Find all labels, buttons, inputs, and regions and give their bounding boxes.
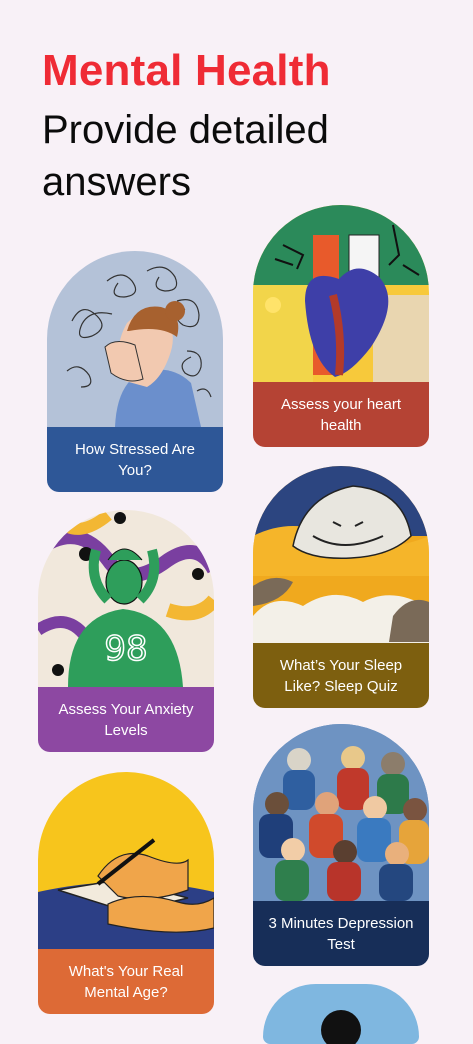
heart-illustration: [253, 205, 429, 382]
quiz-card-heart[interactable]: Assess your heart health: [253, 205, 429, 447]
quiz-card-label: What's Your Real Mental Age?: [38, 949, 214, 1014]
quiz-card-label: Assess Your Anxiety Levels: [38, 687, 214, 752]
quiz-card-mental-age[interactable]: What's Your Real Mental Age?: [38, 772, 214, 1014]
quiz-card-partial[interactable]: [263, 984, 419, 1044]
quiz-card-label: How Stressed Are You?: [47, 427, 223, 492]
sleeping-lion-illustration: [253, 466, 429, 643]
crowd-illustration: [253, 724, 429, 901]
quiz-card-depression[interactable]: 3 Minutes Depression Test: [253, 724, 429, 966]
page-subtitle: Provide detailed answers: [42, 108, 329, 204]
quiz-card-label: What’s Your Sleep Like? Sleep Quiz: [253, 643, 429, 708]
writing-hand-illustration: [38, 772, 214, 949]
quiz-card-label: 3 Minutes Depression Test: [253, 901, 429, 966]
quiz-card-stress[interactable]: How Stressed Are You?: [47, 251, 223, 492]
quiz-card-label: Assess your heart health: [253, 382, 429, 447]
svg-text:98: 98: [104, 629, 147, 669]
quiz-card-anxiety[interactable]: 98 Assess Your Anxiety Levels: [38, 510, 214, 752]
quiz-card-sleep[interactable]: What’s Your Sleep Like? Sleep Quiz: [253, 466, 429, 708]
page-title: Mental Health: [42, 46, 331, 95]
anxious-person-illustration: 98: [38, 510, 214, 687]
header: Mental Health Provide detailed answers: [42, 44, 331, 208]
stressed-person-illustration: [47, 251, 223, 427]
gear-head-icon: [321, 1010, 361, 1044]
